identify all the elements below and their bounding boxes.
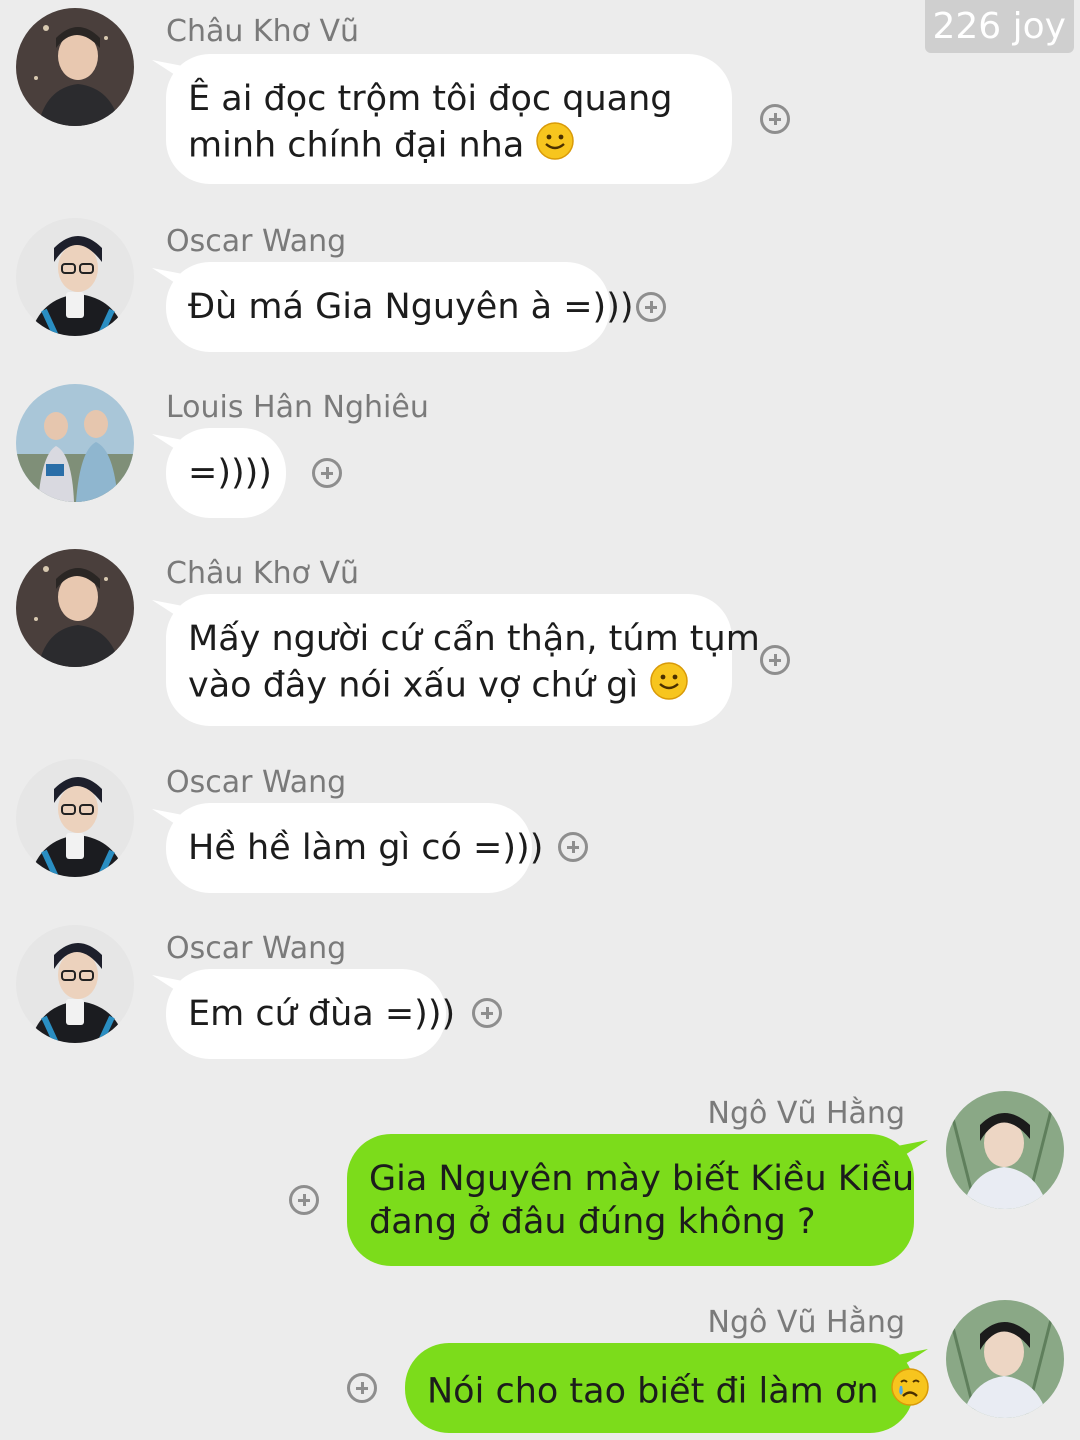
add-reaction-icon[interactable]	[312, 458, 342, 488]
add-reaction-icon[interactable]	[636, 292, 666, 322]
message-text: =))))	[188, 453, 272, 493]
add-reaction-icon[interactable]	[472, 998, 502, 1028]
sender-name: Ngô Vũ Hằng	[707, 1096, 905, 1131]
sender-name: Châu Khơ Vũ	[166, 556, 360, 591]
message-text: Ê ai đọc trộm tôi đọc quang	[188, 79, 673, 119]
avatar-louis-han-nghieu[interactable]	[16, 384, 134, 502]
slightly-smiling-face-icon	[535, 121, 575, 172]
add-reaction-icon[interactable]	[289, 1185, 319, 1215]
add-reaction-icon[interactable]	[760, 104, 790, 134]
message-text: Em cứ đùa =)))	[188, 994, 456, 1034]
sender-name: Louis Hân Nghiêu	[166, 390, 429, 425]
sender-name: Ngô Vũ Hằng	[707, 1305, 905, 1340]
avatar-chau-kho-vu[interactable]	[16, 8, 134, 126]
message-bubble[interactable]: Gia Nguyên mày biết Kiều Kiều đang ở đâu…	[347, 1134, 914, 1266]
crying-face-icon	[890, 1367, 930, 1418]
sender-name: Oscar Wang	[166, 931, 347, 966]
add-reaction-icon[interactable]	[347, 1373, 377, 1403]
message-text: đang ở đâu đúng không ?	[369, 1202, 816, 1242]
avatar-oscar-wang[interactable]	[16, 218, 134, 336]
message-text: Đù má Gia Nguyên à =)))	[188, 287, 634, 327]
message-bubble[interactable]: Hề hề làm gì có =)))	[166, 803, 544, 893]
sender-name: Oscar Wang	[166, 765, 347, 800]
sender-name: Oscar Wang	[166, 224, 347, 259]
avatar-oscar-wang[interactable]	[16, 925, 134, 1043]
add-reaction-icon[interactable]	[558, 832, 588, 862]
message-text: vào đây nói xấu vợ chứ gì	[188, 665, 639, 706]
avatar-chau-kho-vu[interactable]	[16, 549, 134, 667]
add-reaction-icon[interactable]	[760, 645, 790, 675]
avatar-ngo-vu-hang[interactable]	[946, 1300, 1064, 1418]
message-text: Nói cho tao biết đi làm ơn	[427, 1371, 879, 1412]
watermark-label: 226 joy	[924, 0, 1074, 53]
message-text: Hề hề làm gì có =)))	[188, 828, 544, 868]
message-bubble[interactable]: Mấy người cứ cẩn thận, túm tụm vào đây n…	[166, 594, 760, 726]
message-bubble[interactable]: =))))	[166, 428, 286, 518]
message-text: minh chính đại nha	[188, 125, 525, 166]
message-bubble[interactable]: Ê ai đọc trộm tôi đọc quang minh chính đ…	[166, 54, 732, 184]
message-bubble[interactable]: Nói cho tao biết đi làm ơn	[405, 1343, 929, 1433]
slightly-smiling-face-icon	[649, 661, 689, 712]
message-bubble[interactable]: Đù má Gia Nguyên à =)))	[166, 262, 634, 352]
avatar-oscar-wang[interactable]	[16, 759, 134, 877]
sender-name: Châu Khơ Vũ	[166, 14, 360, 49]
message-text: Gia Nguyên mày biết Kiều Kiều	[369, 1159, 915, 1199]
avatar-ngo-vu-hang[interactable]	[946, 1091, 1064, 1209]
message-text: Mấy người cứ cẩn thận, túm tụm	[188, 619, 760, 659]
message-bubble[interactable]: Em cứ đùa =)))	[166, 969, 456, 1059]
